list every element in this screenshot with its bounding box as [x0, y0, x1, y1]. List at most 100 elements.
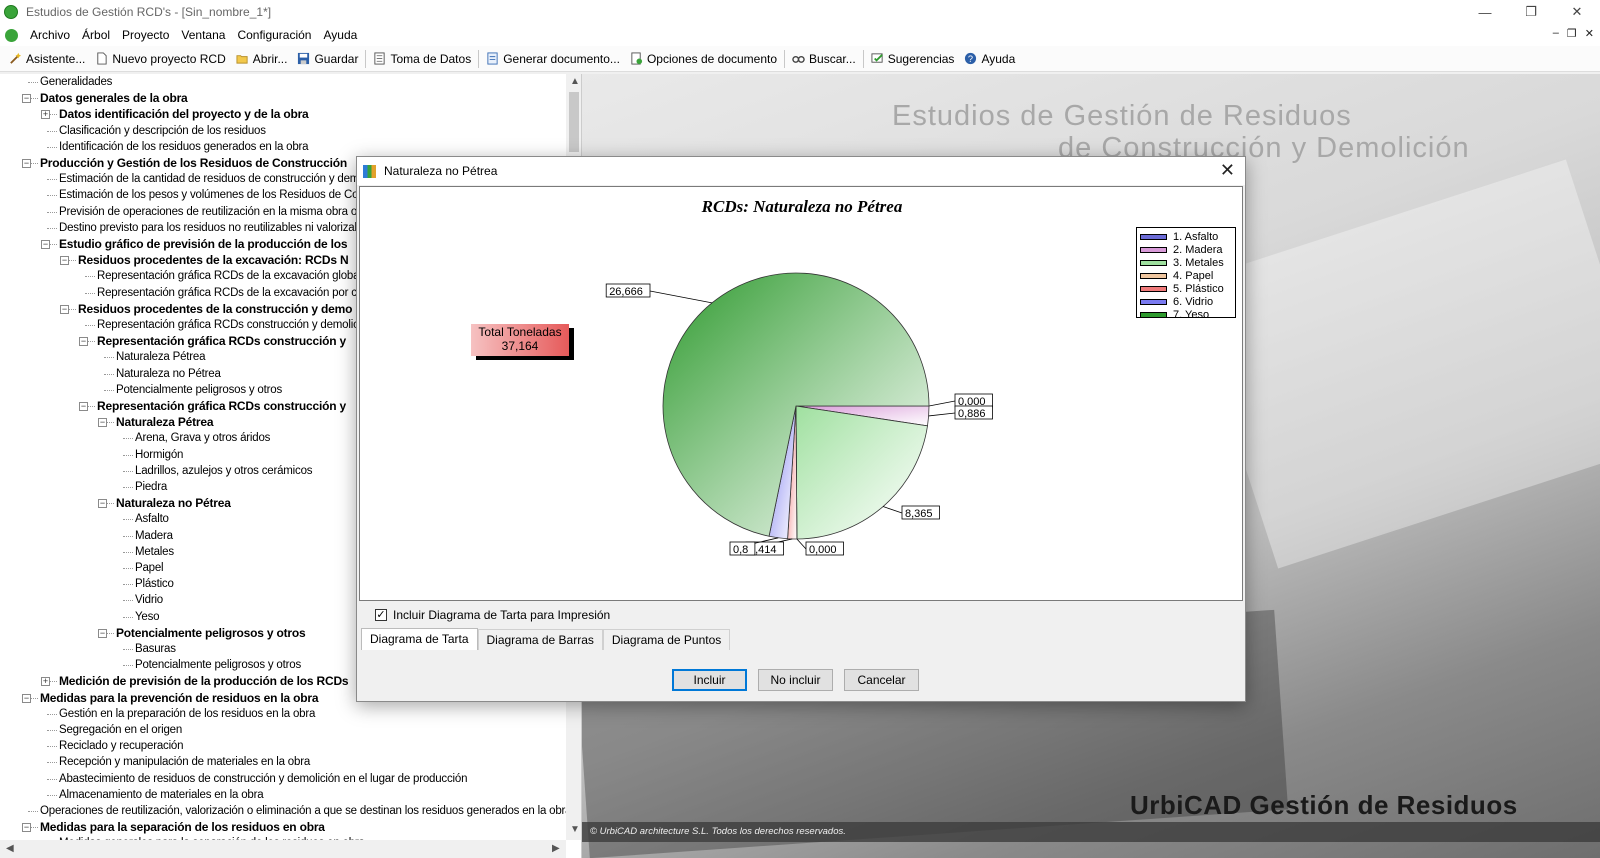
- tree-item[interactable]: Papel: [135, 560, 164, 576]
- collapse-icon[interactable]: −: [98, 418, 107, 428]
- tree-item[interactable]: Estimación de la cantidad de residuos de…: [59, 171, 366, 187]
- tree-item[interactable]: Generalidades: [40, 74, 112, 90]
- mdi-restore-button[interactable]: ❐: [1567, 27, 1577, 40]
- tree-item[interactable]: Potencialmente peligrosos y otros: [116, 382, 282, 398]
- tree-item[interactable]: Medidas para la separación de los residu…: [40, 819, 325, 835]
- tab-diagrama-tarta[interactable]: Diagrama de Tarta: [361, 628, 478, 650]
- tree-item[interactable]: Metales: [135, 544, 174, 560]
- menu-configuracion[interactable]: Configuración: [231, 28, 317, 42]
- tree-item[interactable]: Asfalto: [135, 511, 169, 527]
- tree-item[interactable]: Plástico: [135, 576, 174, 592]
- tree-item[interactable]: Ladrillos, azulejos y otros cerámicos: [135, 463, 313, 479]
- mdi-minimize-button[interactable]: –: [1553, 27, 1559, 40]
- tree-item[interactable]: Residuos procedentes de la construcción …: [78, 301, 352, 317]
- mdi-close-button[interactable]: ✕: [1585, 27, 1594, 40]
- tree-item[interactable]: Basuras: [135, 641, 176, 657]
- tree-item[interactable]: Medición de previsión de la producción d…: [59, 673, 349, 689]
- restore-button[interactable]: ❐: [1508, 0, 1554, 24]
- nuevo-proyecto-button[interactable]: Nuevo proyecto RCD: [90, 48, 230, 70]
- tree-item[interactable]: Representación gráfica RCDs construcción…: [97, 317, 367, 333]
- tree-item[interactable]: Naturaleza no Pétrea: [116, 495, 231, 511]
- tree-item[interactable]: Vidrio: [135, 592, 163, 608]
- scroll-thumb[interactable]: [569, 92, 579, 152]
- buscar-button[interactable]: Buscar...: [787, 48, 861, 70]
- cancel-button[interactable]: Cancelar: [844, 669, 919, 691]
- close-button[interactable]: ✕: [1554, 0, 1600, 24]
- collapse-icon[interactable]: −: [22, 823, 31, 833]
- suggestions-icon: [871, 53, 883, 63]
- menu-ayuda[interactable]: Ayuda: [317, 28, 363, 42]
- tree-item[interactable]: Yeso: [135, 609, 160, 625]
- tree-item[interactable]: Previsión de operaciones de reutilizació…: [59, 204, 373, 220]
- tree-item[interactable]: Potencialmente peligrosos y otros: [116, 625, 306, 641]
- collapse-icon[interactable]: −: [41, 240, 50, 249]
- tree-item[interactable]: Datos identificación del proyecto y de l…: [59, 106, 309, 122]
- dialog-close-icon[interactable]: ✕: [1220, 160, 1235, 181]
- menu-ventana[interactable]: Ventana: [175, 28, 231, 42]
- tree-item[interactable]: Residuos procedentes de la excavación: R…: [78, 252, 349, 268]
- collapse-icon[interactable]: −: [22, 94, 31, 104]
- include-pie-checkbox-row[interactable]: ✓ Incluir Diagrama de Tarta para Impresi…: [375, 608, 610, 622]
- opciones-documento-button[interactable]: Opciones de documento: [625, 48, 782, 70]
- tree-item[interactable]: Recepción y manipulación de materiales e…: [59, 754, 310, 770]
- tree-item[interactable]: Representación gráfica RCDs construcción…: [97, 333, 346, 349]
- menu-arbol[interactable]: Árbol: [76, 28, 116, 42]
- asistente-button[interactable]: Asistente...: [4, 48, 90, 70]
- tree-item[interactable]: Estimación de los pesos y volúmenes de l…: [59, 187, 370, 203]
- tree-item[interactable]: Abastecimiento de residuos de construcci…: [59, 771, 467, 787]
- tree-item[interactable]: Identificación de los residuos generados…: [59, 139, 309, 155]
- collapse-icon[interactable]: −: [98, 499, 107, 509]
- include-pie-checkbox[interactable]: ✓: [375, 609, 387, 621]
- ayuda-button[interactable]: ? Ayuda: [959, 48, 1020, 70]
- expand-icon[interactable]: +: [41, 677, 50, 687]
- generar-documento-button[interactable]: Generar documento...: [481, 48, 625, 70]
- tree-item[interactable]: Representación gráfica RCDs construcción…: [97, 398, 346, 414]
- tab-diagrama-puntos[interactable]: Diagrama de Puntos: [602, 629, 731, 650]
- scroll-up-icon[interactable]: ▲: [570, 76, 580, 87]
- collapse-icon[interactable]: −: [98, 628, 107, 638]
- tree-item[interactable]: Clasificación y descripción de los resid…: [59, 123, 266, 139]
- collapse-icon[interactable]: −: [79, 337, 88, 347]
- tree-horizontal-scrollbar[interactable]: ◀ ▶: [0, 840, 566, 858]
- tree-item[interactable]: Arena, Grava y otros áridos: [135, 430, 270, 446]
- tree-item[interactable]: Datos generales de la obra: [40, 90, 188, 106]
- tree-item[interactable]: Representación gráfica RCDs de la excava…: [97, 285, 363, 301]
- tree-item[interactable]: Hormigón: [135, 447, 183, 463]
- tree-item[interactable]: Naturaleza Pétrea: [116, 349, 205, 365]
- tree-item[interactable]: Naturaleza Pétrea: [116, 414, 214, 430]
- scroll-right-icon[interactable]: ▶: [552, 843, 560, 854]
- tree-item[interactable]: Reciclado y recuperación: [59, 738, 184, 754]
- tree-item[interactable]: Estudio gráfico de previsión de la produ…: [59, 236, 348, 252]
- tree-item[interactable]: Destino previsto para los residuos no re…: [59, 220, 369, 236]
- menu-app-icon[interactable]: [5, 28, 18, 42]
- collapse-icon[interactable]: −: [60, 304, 69, 314]
- abrir-button[interactable]: Abrir...: [231, 48, 293, 70]
- tree-item[interactable]: Almacenamiento de materiales en la obra: [59, 787, 264, 803]
- tree-item[interactable]: Producción y Gestión de los Residuos de …: [40, 155, 347, 171]
- tree-item[interactable]: Piedra: [135, 479, 167, 495]
- menu-archivo[interactable]: Archivo: [24, 28, 76, 42]
- menu-proyecto[interactable]: Proyecto: [116, 28, 175, 42]
- tree-item[interactable]: Operaciones de reutilización, valorizaci…: [40, 803, 572, 819]
- expand-icon[interactable]: +: [41, 110, 50, 120]
- collapse-icon[interactable]: −: [60, 256, 69, 266]
- tree-item[interactable]: Representación gráfica RCDs de la excava…: [97, 268, 362, 284]
- tree-item[interactable]: Segregación en el origen: [59, 722, 182, 738]
- tree-item[interactable]: Potencialmente peligrosos y otros: [135, 657, 301, 673]
- tree-item[interactable]: Medidas para la prevención de residuos e…: [40, 690, 318, 706]
- guardar-button[interactable]: Guardar: [292, 48, 363, 70]
- toma-de-datos-button[interactable]: Toma de Datos: [368, 48, 476, 70]
- scroll-down-icon[interactable]: ▼: [570, 824, 580, 835]
- tab-diagrama-barras[interactable]: Diagrama de Barras: [477, 629, 603, 650]
- not-include-button[interactable]: No incluir: [758, 669, 833, 691]
- collapse-icon[interactable]: −: [22, 693, 31, 703]
- tree-item[interactable]: Naturaleza no Pétrea: [116, 366, 221, 382]
- tree-item[interactable]: Madera: [135, 528, 173, 544]
- sugerencias-button[interactable]: Sugerencias: [866, 48, 960, 70]
- minimize-button[interactable]: —: [1462, 0, 1508, 24]
- include-button[interactable]: Incluir: [672, 669, 747, 691]
- tree-item[interactable]: Gestión en la preparación de los residuo…: [59, 706, 315, 722]
- scroll-left-icon[interactable]: ◀: [6, 843, 14, 854]
- collapse-icon[interactable]: −: [79, 402, 88, 411]
- collapse-icon[interactable]: −: [22, 159, 31, 168]
